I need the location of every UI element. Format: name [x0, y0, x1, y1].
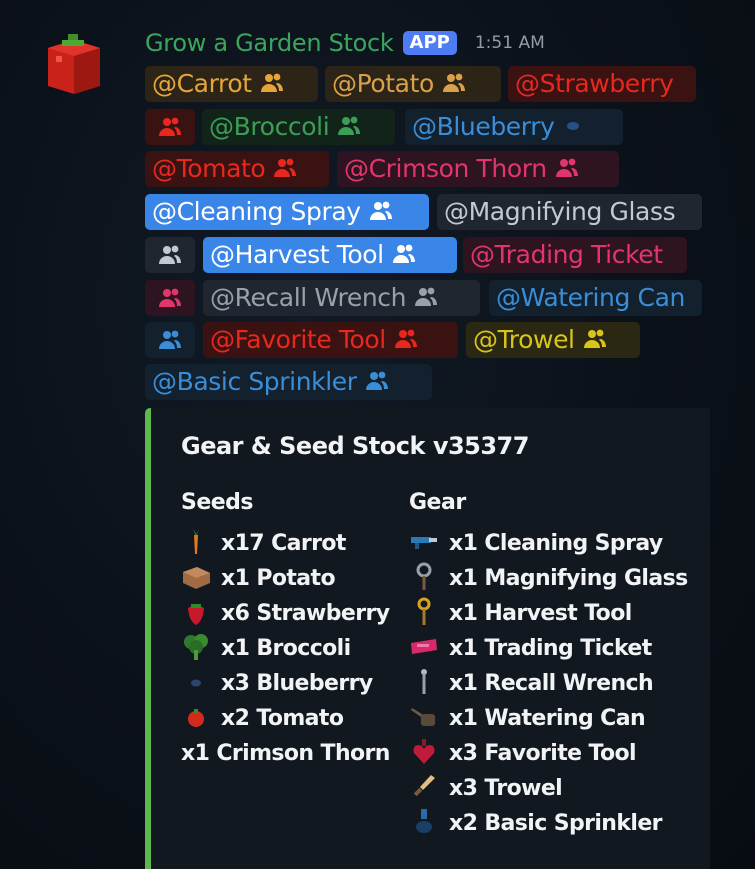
gear-item: x1 Cleaning Spray: [409, 526, 663, 561]
mention-carrot[interactable]: @Carrot: [145, 66, 318, 102]
mention-trading-ticket[interactable]: @Trading Ticket: [463, 237, 687, 273]
users-icon: [274, 158, 297, 177]
mention-watering-can-icon-chip[interactable]: [145, 322, 195, 358]
users-icon: [260, 73, 283, 92]
broccoli-icon: [184, 634, 208, 660]
author-name[interactable]: Grow a Garden Stock: [145, 29, 394, 57]
trading-ticket-icon: [411, 639, 437, 654]
watering-can-icon: [411, 708, 435, 726]
gear-item: x1 Harvest Tool: [409, 596, 632, 631]
users-icon: [583, 329, 606, 348]
users-icon: [159, 288, 181, 307]
users-icon: [394, 329, 417, 348]
mention-strawberry[interactable]: @Strawberry: [508, 66, 696, 102]
timestamp[interactable]: 1:51 AM: [475, 33, 545, 53]
mention-trading-ticket-icon-chip[interactable]: [145, 280, 195, 316]
gear-item: x2 Basic Sprinkler: [409, 806, 663, 841]
embed-title: Gear & Seed Stock v35377: [181, 432, 529, 460]
mention-cleaning-spray[interactable]: @Cleaning Spray: [145, 194, 429, 230]
mention-favorite-tool[interactable]: @Favorite Tool: [203, 322, 458, 358]
bot-avatar[interactable]: [44, 30, 104, 96]
message-header: Grow a Garden Stock APP 1:51 AM: [145, 26, 545, 60]
mention-recall-wrench[interactable]: @Recall Wrench: [203, 280, 480, 316]
gear-item: x1 Recall Wrench: [409, 666, 654, 701]
app-badge: APP: [402, 31, 457, 55]
users-icon: [159, 117, 181, 136]
carrot-icon: [193, 529, 199, 554]
gear-item: x1 Magnifying Glass: [409, 561, 688, 596]
mention-strawberry-icon-chip[interactable]: [145, 109, 195, 145]
tomato-avatar-icon: [48, 34, 100, 94]
strawberry-icon: [188, 604, 204, 625]
blueberry-icon: [191, 679, 201, 687]
recall-wrench-icon: [421, 669, 427, 694]
users-icon: [159, 245, 181, 264]
gear-header: Gear: [409, 490, 466, 515]
mention-basic-sprinkler[interactable]: @Basic Sprinkler: [145, 364, 432, 400]
users-icon: [338, 116, 361, 135]
mention-watering-can[interactable]: @Watering Can: [489, 280, 702, 316]
sprinkler-icon: [416, 809, 432, 833]
seed-item: x1 Crimson Thorn: [181, 741, 390, 766]
mention-crimson-thorn[interactable]: @Crimson Thorn: [337, 151, 619, 187]
seeds-header: Seeds: [181, 490, 254, 515]
seed-item: x1 Potato: [181, 561, 336, 596]
tomato-icon: [188, 709, 204, 727]
mention-broccoli[interactable]: @Broccoli: [202, 109, 395, 145]
mention-harvest-tool[interactable]: @Harvest Tool: [203, 237, 457, 273]
users-icon: [392, 244, 415, 263]
cleaning-spray-icon: [411, 537, 437, 549]
harvest-tool-icon: [417, 597, 431, 625]
favorite-tool-icon: [413, 739, 435, 764]
trowel-icon: [413, 775, 435, 797]
mention-tomato[interactable]: @Tomato: [145, 151, 329, 187]
seed-item: x17 Carrot: [181, 526, 346, 561]
seed-item: x1 Broccoli: [181, 631, 351, 666]
magnifying-glass-icon: [416, 562, 432, 590]
mention-magnifying-glass-icon-chip[interactable]: [145, 237, 195, 273]
stock-embed: Gear & Seed Stock v35377 Seeds Gear x17 …: [145, 408, 710, 869]
mention-magnifying-glass[interactable]: @Magnifying Glass: [437, 194, 702, 230]
gear-item: x3 Trowel: [409, 771, 563, 806]
blueberry-icon: [566, 122, 579, 130]
users-icon: [159, 330, 181, 349]
gear-item: x3 Favorite Tool: [409, 736, 637, 771]
seed-item: x2 Tomato: [181, 701, 344, 736]
mention-trowel[interactable]: @Trowel: [466, 322, 640, 358]
mention-potato[interactable]: @Potato: [325, 66, 501, 102]
users-icon: [365, 371, 388, 390]
seed-item: x6 Strawberry: [181, 596, 390, 631]
gear-item: x1 Trading Ticket: [409, 631, 652, 666]
potato-icon: [183, 567, 210, 589]
gear-item: x1 Watering Can: [409, 701, 646, 736]
mention-blueberry[interactable]: @Blueberry: [405, 109, 623, 145]
users-icon: [415, 287, 438, 306]
seed-item: x3 Blueberry: [181, 666, 373, 701]
users-icon: [442, 73, 465, 92]
users-icon: [555, 158, 578, 177]
users-icon: [369, 201, 392, 220]
